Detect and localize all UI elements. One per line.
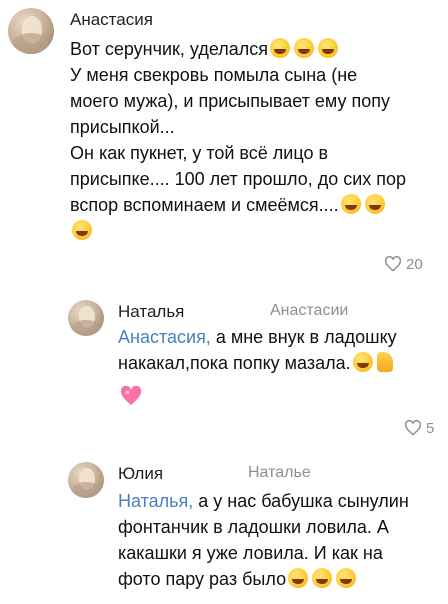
comment-line: У меня свекровь помыла сына (не bbox=[70, 65, 358, 85]
comment-line: накакал,пока попку мазала. bbox=[118, 353, 351, 373]
thumbs-up-emoji bbox=[376, 352, 393, 372]
comment-author[interactable]: Наталья bbox=[118, 302, 184, 322]
rofl-emoji bbox=[318, 38, 339, 58]
rofl-emoji bbox=[294, 38, 315, 58]
reply-to-label[interactable]: Наталье bbox=[248, 464, 311, 482]
comment-line: моего мужа), и присыпывает ему попу bbox=[70, 91, 391, 111]
comment-line: присыпке.... 100 лет прошло, до сих пор bbox=[70, 169, 407, 189]
comment-line: Вот серунчик, уделался bbox=[70, 39, 269, 59]
pink-heart-emoji bbox=[120, 386, 142, 406]
avatar-natalya[interactable] bbox=[68, 300, 104, 336]
rofl-emoji bbox=[352, 352, 373, 372]
rofl-emoji bbox=[270, 38, 291, 58]
like-count: 5 bbox=[426, 420, 435, 437]
comment-line: фото пару раз было bbox=[118, 569, 287, 589]
like-button[interactable]: 20 bbox=[384, 255, 423, 273]
comment-line: какашки я уже ловила. И как на bbox=[118, 543, 383, 563]
comment-line: присыпкой... bbox=[70, 117, 175, 137]
avatar-anastasia[interactable] bbox=[8, 8, 54, 54]
comment-author[interactable]: Анастасия bbox=[70, 10, 153, 30]
comment-text: Анастасия, а мне внук в ладошку накакал,… bbox=[118, 324, 442, 376]
like-count: 20 bbox=[406, 256, 423, 273]
avatar-yulia[interactable] bbox=[68, 462, 104, 498]
rofl-emoji bbox=[72, 220, 92, 240]
like-button[interactable]: 5 bbox=[404, 419, 435, 437]
rofl-emoji bbox=[364, 194, 385, 214]
comment-text: Наталья, а у нас бабушка сынулин фонтанч… bbox=[118, 488, 442, 592]
comment-line: Он как пукнет, у той всё лицо в bbox=[70, 143, 329, 163]
heart-outline-icon bbox=[384, 255, 402, 272]
heart-outline-icon bbox=[404, 419, 422, 436]
reply-to-label[interactable]: Анастасии bbox=[270, 302, 348, 320]
mention-link[interactable]: Анастасия, bbox=[118, 327, 211, 347]
comment-text: Вот серунчик, уделался У меня свекровь п… bbox=[70, 36, 442, 244]
comment-line: а у нас бабушка сынулин bbox=[193, 491, 409, 511]
comment-author[interactable]: Юлия bbox=[118, 464, 163, 484]
comment-line: а мне внук в ладошку bbox=[210, 327, 397, 347]
rofl-emoji bbox=[288, 568, 309, 588]
mention-link[interactable]: Наталья, bbox=[118, 491, 193, 511]
rofl-emoji bbox=[336, 568, 357, 588]
comment-line: фонтанчик в ладошки ловила. А bbox=[118, 517, 389, 537]
rofl-emoji bbox=[340, 194, 361, 214]
comment-line: вспор вспоминаем и смеёмся.... bbox=[70, 195, 339, 215]
rofl-emoji bbox=[312, 568, 333, 588]
